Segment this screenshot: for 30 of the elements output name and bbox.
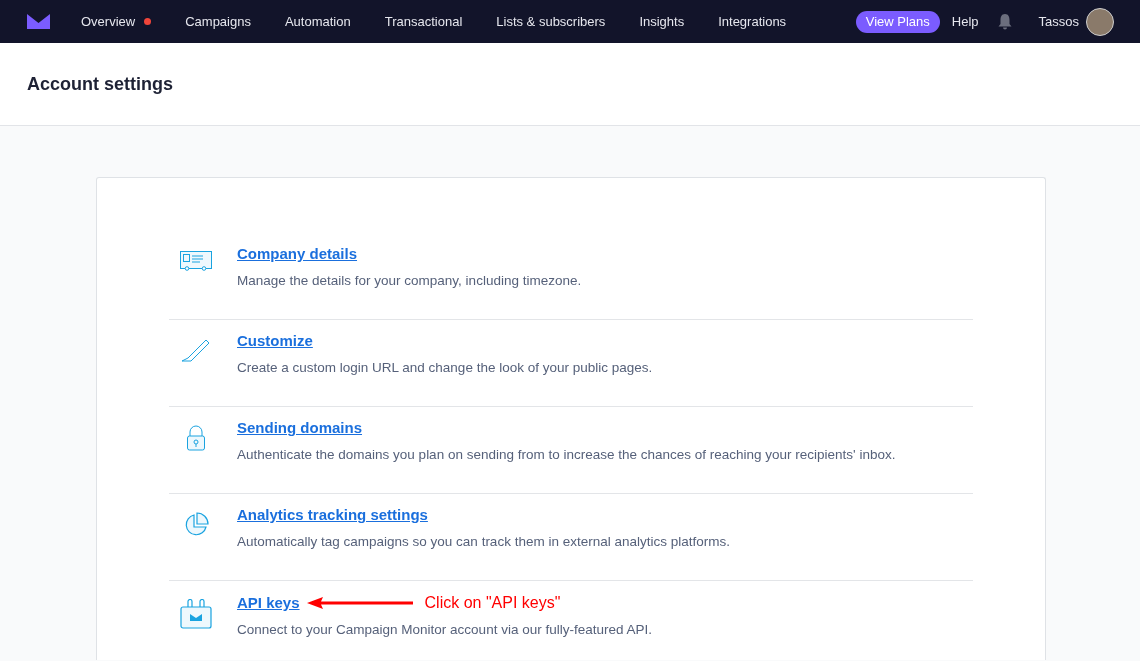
settings-description: Authenticate the domains you plan on sending from to increase the chances of reaching your recipients' inbox. — [237, 445, 896, 464]
nav-link[interactable]: Campaigns — [185, 11, 251, 32]
settings-link[interactable]: API keys — [237, 591, 300, 615]
nav-link[interactable]: Transactional — [384, 11, 463, 32]
settings-link[interactable]: Analytics tracking settings — [237, 504, 428, 527]
pencil-icon — [181, 338, 211, 362]
settings-link[interactable]: Sending domains — [237, 417, 362, 440]
nav-link[interactable]: Insights — [639, 11, 685, 32]
settings-description: Connect to your Campaign Monitor account via our fully-featured API. — [237, 621, 652, 639]
notification-bell-icon[interactable] — [996, 13, 1013, 30]
padlock-icon — [186, 425, 206, 451]
calendar-mail-icon — [180, 599, 212, 629]
nav-link[interactable]: Integrations — [718, 11, 787, 32]
settings-description: Create a custom login URL and change the look of your public pages. — [237, 358, 653, 377]
help-link[interactable]: Help — [951, 11, 979, 32]
avatar[interactable] — [1086, 7, 1114, 36]
settings-description: Manage the details for your company, including timezone. — [237, 271, 582, 290]
settings-link[interactable]: Company details — [237, 243, 358, 266]
annotation-text: Click on "API keys" — [424, 593, 561, 613]
settings-description: Automatically tag campaigns so you can track them in external analytics platforms. — [237, 532, 730, 551]
user-name[interactable]: Tassos — [1038, 11, 1079, 32]
page-title: Account settings — [27, 72, 173, 96]
id-card-icon — [180, 251, 212, 273]
nav-link[interactable]: Overview — [81, 11, 136, 32]
nav-link[interactable]: Automation — [284, 11, 351, 32]
nav-link[interactable]: Lists & subscribers — [496, 11, 606, 32]
view-plans-button[interactable]: View Plans — [855, 10, 940, 33]
settings-link[interactable]: Customize — [237, 330, 313, 353]
pie-chart-icon — [183, 512, 209, 538]
logo-icon[interactable] — [27, 14, 50, 29]
